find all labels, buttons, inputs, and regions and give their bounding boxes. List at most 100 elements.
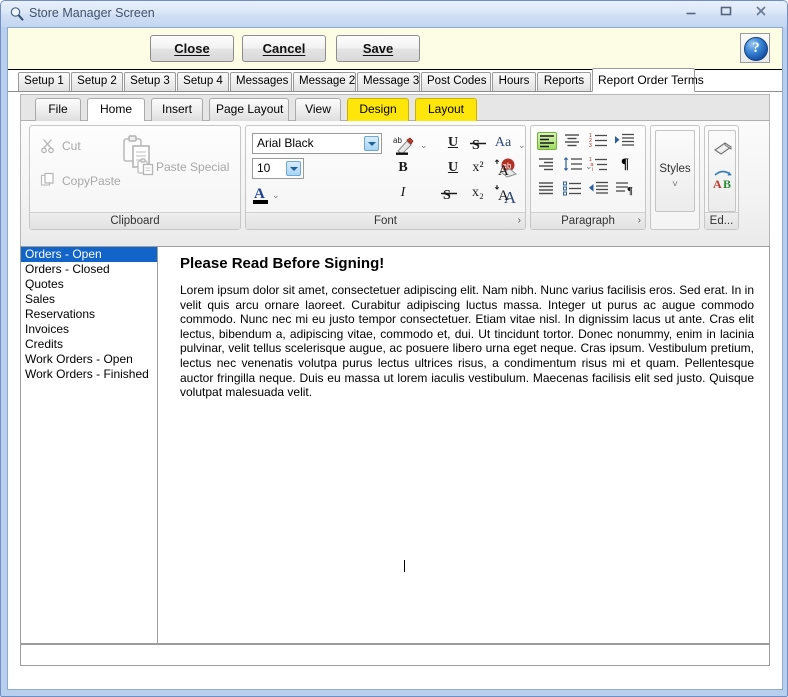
shrink-font-icon[interactable]: A bbox=[494, 184, 516, 207]
ribbon-tab-view[interactable]: View bbox=[295, 98, 341, 121]
outer-tab-setup-4[interactable]: Setup 4 bbox=[177, 72, 229, 91]
svg-text:S: S bbox=[472, 138, 480, 153]
ribbon-tab-design[interactable]: Design bbox=[347, 98, 409, 121]
underline-button[interactable]: U bbox=[443, 135, 463, 151]
list-item[interactable]: Work Orders - Finished bbox=[21, 367, 157, 382]
outer-tab-setup-2[interactable]: Setup 2 bbox=[71, 72, 123, 91]
ribbon-group-styles: Styles ˅ bbox=[650, 125, 700, 230]
close-button[interactable]: Close bbox=[150, 35, 234, 62]
svg-text:A: A bbox=[498, 163, 509, 179]
ribbon-tab-label: Page Layout bbox=[216, 102, 284, 116]
outer-tab-setup-3[interactable]: Setup 3 bbox=[124, 72, 176, 91]
document-heading: Please Read Before Signing! bbox=[180, 255, 385, 272]
application-window: Store Manager Screen Close Cancel Save ? bbox=[0, 0, 788, 697]
eraser-icon[interactable] bbox=[712, 139, 734, 160]
change-case-button[interactable]: Aa bbox=[490, 135, 516, 151]
list-item[interactable]: Reservations bbox=[21, 307, 157, 322]
close-window-button[interactable] bbox=[747, 4, 775, 22]
editing-group-label: Ed... bbox=[705, 212, 738, 229]
align-left-button[interactable] bbox=[537, 132, 557, 150]
increase-indent-button[interactable] bbox=[615, 132, 635, 150]
outer-tab-label: Reports bbox=[543, 75, 585, 87]
paragraph-dialog-launcher[interactable]: › bbox=[638, 214, 641, 228]
list-item[interactable]: Work Orders - Open bbox=[21, 352, 157, 367]
chevron-down-icon[interactable] bbox=[286, 161, 301, 176]
save-button[interactable]: Save bbox=[336, 35, 420, 62]
change-case-chevron-icon[interactable]: ⌄ bbox=[518, 140, 526, 151]
outer-tab-setup-1[interactable]: Setup 1 bbox=[18, 72, 70, 91]
highlight-chevron-icon[interactable]: ⌄ bbox=[420, 140, 428, 151]
minimize-button[interactable] bbox=[677, 4, 705, 22]
outer-tab-message-3[interactable]: Message 3 bbox=[357, 72, 420, 91]
italic-button[interactable]: I bbox=[392, 185, 414, 201]
multilevel-list-button[interactable]: 1 a i bbox=[589, 156, 609, 174]
show-formatting-marks-button[interactable]: ¶ bbox=[615, 156, 635, 174]
line-spacing-button[interactable] bbox=[563, 156, 583, 174]
font-name-combo[interactable]: Arial Black bbox=[252, 133, 382, 154]
align-right-button[interactable] bbox=[537, 156, 557, 174]
ribbon-tab-label: Insert bbox=[161, 102, 192, 116]
align-center-button[interactable] bbox=[563, 132, 583, 150]
copy-label[interactable]: Copy bbox=[62, 174, 90, 188]
strikethrough-button[interactable]: S bbox=[468, 135, 488, 156]
list-item[interactable]: Sales bbox=[21, 292, 157, 307]
cancel-button[interactable]: Cancel bbox=[242, 35, 326, 62]
outer-tab-message-2[interactable]: Message 2 bbox=[293, 72, 356, 91]
styles-button[interactable]: Styles ˅ bbox=[655, 130, 695, 212]
list-item[interactable]: Orders - Open bbox=[21, 247, 157, 262]
paste-label[interactable]: Paste bbox=[90, 174, 121, 188]
font-dialog-launcher[interactable]: › bbox=[518, 214, 521, 228]
outer-tab-hours[interactable]: Hours bbox=[492, 72, 536, 91]
font-size-combo[interactable]: 10 bbox=[252, 158, 304, 179]
ribbon-tab-page-layout[interactable]: Page Layout bbox=[209, 98, 289, 121]
outer-tab-label: Messages bbox=[236, 75, 289, 87]
outer-tab-messages[interactable]: Messages bbox=[230, 72, 292, 91]
outer-tab-post-codes[interactable]: Post Codes bbox=[421, 72, 491, 91]
report-type-list[interactable]: Orders - Open Orders - Closed Quotes Sales R… bbox=[20, 246, 157, 644]
superscript-button[interactable]: x² bbox=[466, 160, 490, 176]
list-item[interactable]: Quotes bbox=[21, 277, 157, 292]
document-editor[interactable]: Please Read Before Signing! Lorem ipsum … bbox=[157, 246, 770, 644]
grow-font-icon[interactable]: A bbox=[494, 159, 516, 182]
ribbon-group-paragraph: 1 2 3 ⌄ 1 a i ¶ ¶ Paragraph › bbox=[530, 125, 646, 230]
editing-button[interactable]: A B bbox=[708, 130, 736, 212]
bulleted-list-button[interactable] bbox=[563, 180, 583, 198]
document-body-text[interactable]: Lorem ipsum dolor sit amet, consectetuer… bbox=[180, 283, 754, 400]
maximize-button[interactable] bbox=[712, 4, 740, 22]
chevron-down-icon[interactable] bbox=[364, 136, 379, 151]
list-item-label: Orders - Closed bbox=[25, 262, 110, 276]
help-button[interactable]: ? bbox=[740, 33, 770, 63]
font-color-chevron-icon[interactable]: ⌄ bbox=[272, 190, 280, 201]
font-name-value: Arial Black bbox=[257, 136, 314, 150]
underline-double-button[interactable]: U bbox=[443, 160, 463, 176]
ribbon-tab-layout[interactable]: Layout bbox=[415, 98, 477, 121]
list-item[interactable]: Invoices bbox=[21, 322, 157, 337]
ribbon-tab-label: View bbox=[305, 102, 331, 116]
bold-button[interactable]: B bbox=[392, 160, 414, 176]
list-item[interactable]: Orders - Closed bbox=[21, 262, 157, 277]
rtl-paragraph-button[interactable]: ¶ bbox=[615, 180, 635, 198]
decrease-indent-button[interactable] bbox=[589, 180, 609, 198]
list-item-label: Sales bbox=[25, 292, 56, 306]
list-item-label: Invoices bbox=[25, 322, 70, 336]
clipboard-group-label: Clipboard bbox=[30, 212, 240, 229]
replace-icon[interactable]: A B bbox=[712, 167, 734, 194]
strikethrough-alt-button[interactable]: S bbox=[439, 185, 459, 206]
main-content-area: Orders - Open Orders - Closed Quotes Sales R… bbox=[20, 246, 770, 644]
font-color-icon[interactable]: A bbox=[252, 184, 272, 209]
list-item[interactable]: Credits bbox=[21, 337, 157, 352]
outer-tab-label: Setup 3 bbox=[130, 75, 170, 87]
ribbon-tab-file[interactable]: File bbox=[35, 98, 81, 121]
ribbon-tab-home[interactable]: Home bbox=[87, 98, 145, 121]
paste-special-label[interactable]: Paste Special bbox=[156, 160, 229, 174]
justify-button[interactable] bbox=[537, 180, 557, 198]
ribbon-tab-insert[interactable]: Insert bbox=[151, 98, 203, 121]
subscript-button[interactable]: x₂ bbox=[466, 185, 490, 201]
text-highlight-icon[interactable]: ab bbox=[392, 134, 416, 159]
outer-tab-report-order-terms[interactable]: Report Order Terms bbox=[592, 68, 704, 92]
numbered-list-button[interactable]: 1 2 3 bbox=[589, 132, 609, 150]
question-mark-icon: ? bbox=[744, 37, 768, 61]
cut-label[interactable]: Cut bbox=[62, 139, 81, 153]
svg-text:A: A bbox=[713, 177, 722, 191]
outer-tab-reports[interactable]: Reports bbox=[537, 72, 591, 91]
